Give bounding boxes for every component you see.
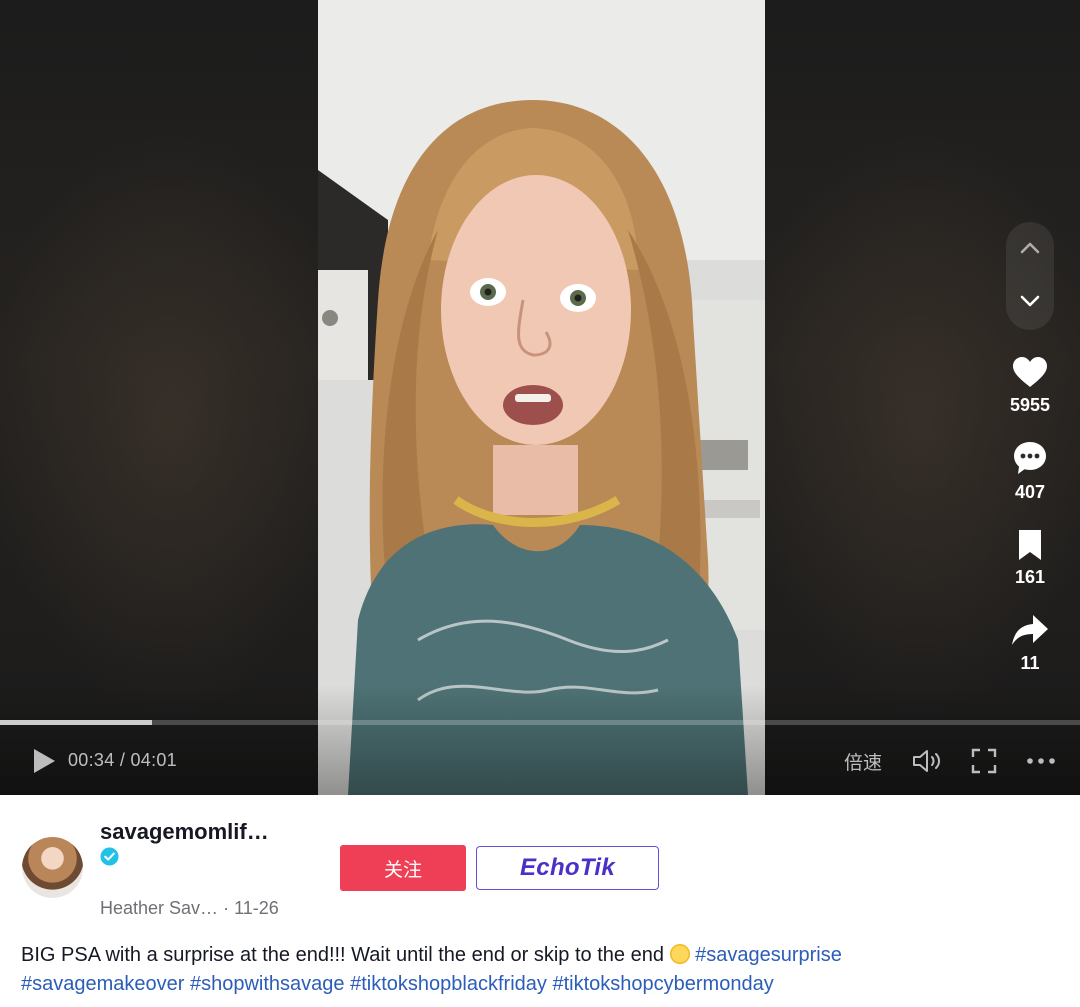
progress-bar[interactable] xyxy=(0,720,1080,725)
post-date: · 11-26 xyxy=(223,898,279,918)
share-count: 11 xyxy=(1020,653,1040,673)
fullscreen-icon xyxy=(971,748,997,774)
author-nickname: Heather Sav… xyxy=(100,898,219,918)
like-button[interactable]: 5955 xyxy=(990,356,1070,416)
volume-button[interactable] xyxy=(906,742,946,780)
verified-badge-icon xyxy=(100,847,119,866)
volume-icon xyxy=(913,750,940,772)
playback-speed-button[interactable]: 倍速 xyxy=(836,742,890,780)
play-icon xyxy=(34,749,55,773)
description-text: BIG PSA with a surprise at the end!!! Wa… xyxy=(21,944,664,966)
video-still xyxy=(318,0,765,795)
save-count: 161 xyxy=(1014,567,1046,587)
share-arrow-icon xyxy=(1012,615,1048,645)
progress-fill xyxy=(0,720,153,725)
like-count: 5955 xyxy=(1009,395,1051,415)
video-frame[interactable] xyxy=(318,0,765,795)
hashtag-link[interactable]: #shopwithsavage xyxy=(190,973,345,995)
share-button[interactable]: 11 xyxy=(990,613,1070,674)
video-player[interactable]: 00:34 / 04:01 倍速 5955 407 161 11 xyxy=(0,0,1080,795)
hashtag-link[interactable]: #savagemakeover xyxy=(21,973,184,995)
previous-video-button[interactable] xyxy=(1006,224,1054,272)
author-meta: Heather Sav… · 11-26 xyxy=(100,898,279,919)
more-icon xyxy=(1027,758,1055,764)
heart-icon xyxy=(1013,357,1047,387)
time-display: 00:34 / 04:01 xyxy=(68,750,177,770)
hashtag-link[interactable]: #tiktokshopcybermonday xyxy=(552,973,773,995)
hashtag-link[interactable]: #tiktokshopblackfriday xyxy=(350,973,547,995)
comment-icon xyxy=(1014,442,1046,474)
hashtag-link[interactable]: #savagesurprise xyxy=(695,944,842,966)
author-avatar[interactable] xyxy=(22,837,83,898)
echotik-button[interactable]: EchoTik xyxy=(476,846,659,890)
author-username[interactable]: savagemomlif… xyxy=(100,819,269,845)
next-video-button[interactable] xyxy=(1006,277,1054,325)
comment-button[interactable]: 407 xyxy=(990,440,1070,503)
echotik-logo-text: EchoTik xyxy=(519,854,616,881)
bookmark-icon xyxy=(1019,530,1041,560)
chevron-down-icon xyxy=(1020,295,1040,307)
save-button[interactable]: 161 xyxy=(990,529,1070,588)
more-options-button[interactable] xyxy=(1022,742,1060,780)
play-button[interactable] xyxy=(30,746,58,776)
follow-button[interactable]: 关注 xyxy=(340,845,466,891)
chevron-up-icon xyxy=(1020,242,1040,254)
video-description: BIG PSA with a surprise at the end!!! Wa… xyxy=(21,941,1061,999)
comment-count: 407 xyxy=(1014,482,1046,502)
laughing-emoji-icon xyxy=(669,944,690,964)
fullscreen-button[interactable] xyxy=(964,742,1004,780)
